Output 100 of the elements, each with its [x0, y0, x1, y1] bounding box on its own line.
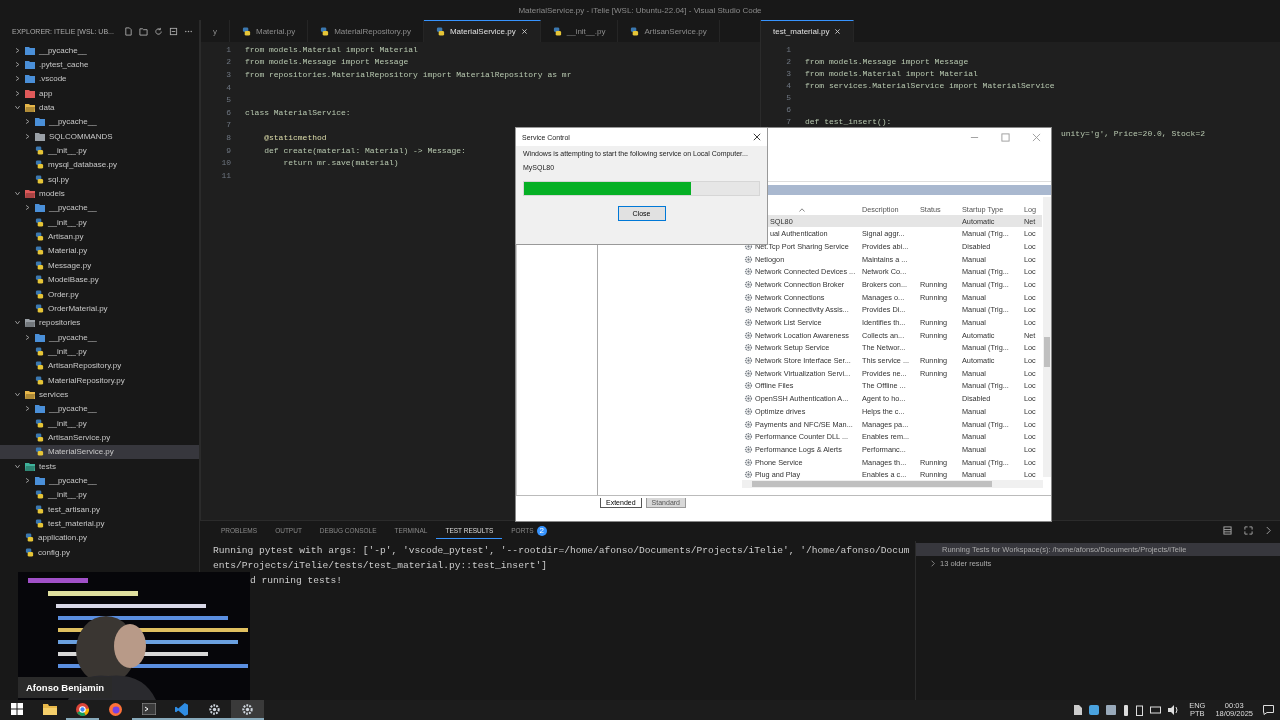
code-line: from services.MaterialService import MaterialService: [804, 80, 1055, 90]
python-file-icon: [35, 519, 44, 528]
python-file-icon: [35, 217, 44, 227]
python-file-icon: [35, 146, 44, 156]
app-icon[interactable]: [1089, 705, 1100, 715]
editor-tab[interactable]: MaterialService.py: [423, 20, 541, 42]
battery-icon[interactable]: [1136, 704, 1144, 716]
editor-tab[interactable]: ArtisanService.py: [618, 20, 720, 42]
tree-item[interactable]: __init__.py: [0, 143, 199, 158]
tree-item[interactable]: test_material.py: [0, 516, 199, 531]
python-file-icon: [435, 27, 445, 36]
tree-item[interactable]: data: [0, 100, 199, 115]
tree-item[interactable]: ArtisanRepository.py: [0, 358, 199, 373]
tree-item[interactable]: config.py: [0, 545, 199, 560]
layout-icon[interactable]: [1223, 526, 1232, 535]
tree-item[interactable]: .vscode: [0, 71, 199, 87]
line-number: 10: [220, 158, 232, 168]
participant-name: Afonso Benjamin: [18, 677, 113, 698]
notification-icon[interactable]: [1263, 705, 1274, 715]
editor-tab[interactable]: test_material.py: [760, 20, 855, 42]
code-line: class MaterialService:: [245, 107, 351, 117]
tree-item[interactable]: __init__.py: [0, 215, 199, 230]
tree-item[interactable]: __init__.py: [0, 487, 199, 502]
editor-tab[interactable]: y: [201, 20, 230, 42]
network-icon[interactable]: [1150, 705, 1162, 715]
tree-item[interactable]: Order.py: [0, 286, 199, 302]
tree-item[interactable]: ArtisanService.py: [0, 430, 199, 445]
collapse-icon[interactable]: [169, 26, 178, 36]
tree-item[interactable]: test_artisan.py: [0, 502, 199, 517]
line-number: 5: [785, 92, 792, 102]
line-number: 6: [785, 104, 792, 114]
tree-item[interactable]: __pycache__: [0, 329, 199, 345]
line-number: 7: [785, 116, 792, 126]
tree-item[interactable]: __pycache__: [0, 200, 199, 216]
line-number: 9: [225, 145, 232, 155]
chevron-icon[interactable]: [1265, 526, 1272, 535]
folder-icon: [42, 703, 57, 715]
python-file-icon: [320, 26, 330, 36]
tree-item[interactable]: __pycache__: [0, 473, 199, 488]
refresh-icon[interactable]: [154, 26, 163, 36]
tree-item[interactable]: tests: [0, 458, 199, 474]
python-file-icon: [552, 26, 562, 36]
python-file-icon: [25, 547, 34, 557]
tree-item[interactable]: repositories: [0, 315, 199, 330]
line-number: 1: [225, 44, 232, 54]
code-line: from models.Material import Material: [245, 44, 418, 54]
line-number: 1: [785, 44, 792, 54]
tree-item[interactable]: models: [0, 186, 199, 201]
tree-item[interactable]: __pycache__: [0, 43, 199, 58]
line-number: 5: [225, 95, 232, 105]
new-folder-icon[interactable]: [139, 26, 148, 36]
line-number: 2: [785, 56, 792, 66]
close-icon[interactable]: [753, 133, 761, 141]
browser-icon: [76, 702, 89, 716]
usb-icon[interactable]: [1123, 704, 1130, 716]
tree-item[interactable]: __pycache__: [0, 114, 199, 130]
python-file-icon: [630, 26, 640, 36]
line-number: 4: [225, 82, 232, 92]
python-file-icon: [35, 447, 44, 457]
python-file-icon: [35, 346, 44, 356]
tree-item[interactable]: services: [0, 387, 199, 402]
app-icon[interactable]: [1106, 705, 1117, 715]
new-file-icon[interactable]: [124, 26, 133, 36]
line-number: 7: [225, 120, 232, 130]
editor-tab[interactable]: Material.py: [230, 20, 309, 42]
maximize-icon[interactable]: [1244, 526, 1253, 535]
tree-item[interactable]: SQLCOMMANDS: [0, 129, 199, 144]
windows-icon: [10, 703, 23, 715]
tree-item[interactable]: sql.py: [0, 172, 199, 187]
python-file-icon: [35, 232, 44, 242]
python-file-icon: [35, 504, 44, 514]
tree-item[interactable]: __pycache__: [0, 401, 199, 416]
editor-tab[interactable]: __init__.py: [540, 20, 619, 42]
tree-item[interactable]: Artisan.py: [0, 229, 199, 244]
tree-item[interactable]: __init__.py: [0, 415, 199, 431]
tree-item[interactable]: Message.py: [0, 258, 199, 273]
tree-item[interactable]: MaterialService.py: [0, 444, 199, 459]
tree-item[interactable]: application.py: [0, 530, 199, 546]
terminal-line: d running tests!: [249, 574, 344, 588]
line-number: 11: [220, 170, 232, 180]
tree-item[interactable]: MaterialRepository.py: [0, 372, 199, 388]
tree-item[interactable]: __init__.py: [0, 344, 199, 359]
file-icon[interactable]: [1074, 705, 1083, 715]
tree-item[interactable]: .pytest_cache: [0, 57, 199, 72]
editor-tab[interactable]: MaterialRepository.py: [308, 20, 424, 42]
code-line: def create(material: Material) -> Message:: [263, 145, 466, 155]
volume-icon[interactable]: [1168, 705, 1180, 715]
python-file-icon: [35, 375, 44, 385]
tree-item[interactable]: OrderMaterial.py: [0, 301, 199, 316]
python-file-icon: [35, 260, 44, 270]
chevron-icon[interactable]: [930, 560, 936, 567]
tree-item[interactable]: app: [0, 86, 199, 101]
browser-icon: [109, 702, 122, 716]
python-file-icon: [242, 26, 251, 36]
tree-item[interactable]: ModelBase.py: [0, 272, 199, 287]
tree-item[interactable]: Material.py: [0, 243, 199, 259]
tree-item[interactable]: mysql_database.py: [0, 157, 199, 173]
code-line: from models.Material import Material: [804, 68, 978, 78]
taskbar-button[interactable]: [231, 700, 264, 720]
gear-icon: [208, 702, 221, 716]
